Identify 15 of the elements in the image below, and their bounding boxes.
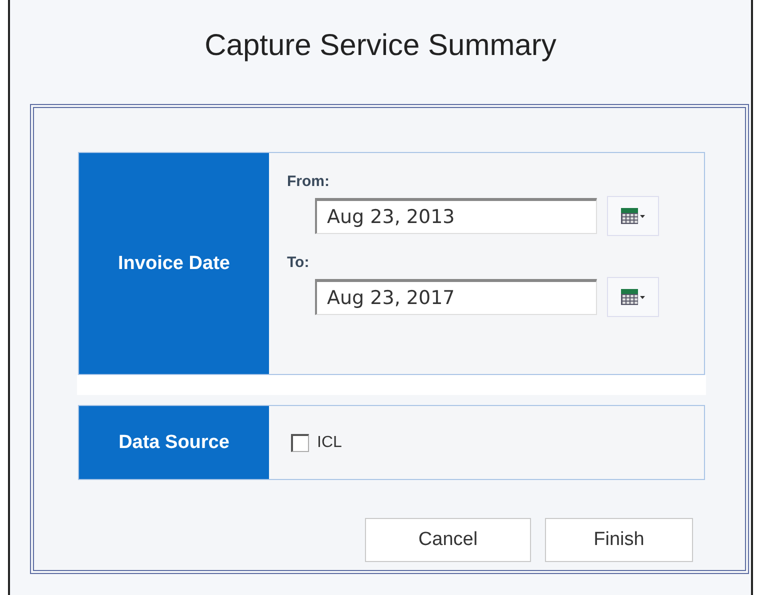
date-field[interactable]: Aug 23, 2017 [315, 279, 597, 315]
calendar-button[interactable] [607, 196, 659, 236]
section-label: Data Source [79, 406, 269, 479]
calendar-icon [620, 207, 646, 225]
checkbox-label: ICL [317, 434, 342, 452]
finish-button[interactable]: Finish [545, 518, 693, 562]
calendar-button[interactable] [607, 277, 659, 317]
cancel-button[interactable]: Cancel [365, 518, 531, 562]
window-title: Capture Service Summary [204, 28, 556, 64]
section-label: Invoice Date [79, 153, 269, 374]
checkbox[interactable] [291, 434, 309, 452]
calendar-icon [620, 288, 646, 306]
field-label: From: [287, 173, 330, 190]
date-field[interactable]: Aug 23, 2013 [315, 198, 597, 234]
field-label: To: [287, 254, 310, 271]
